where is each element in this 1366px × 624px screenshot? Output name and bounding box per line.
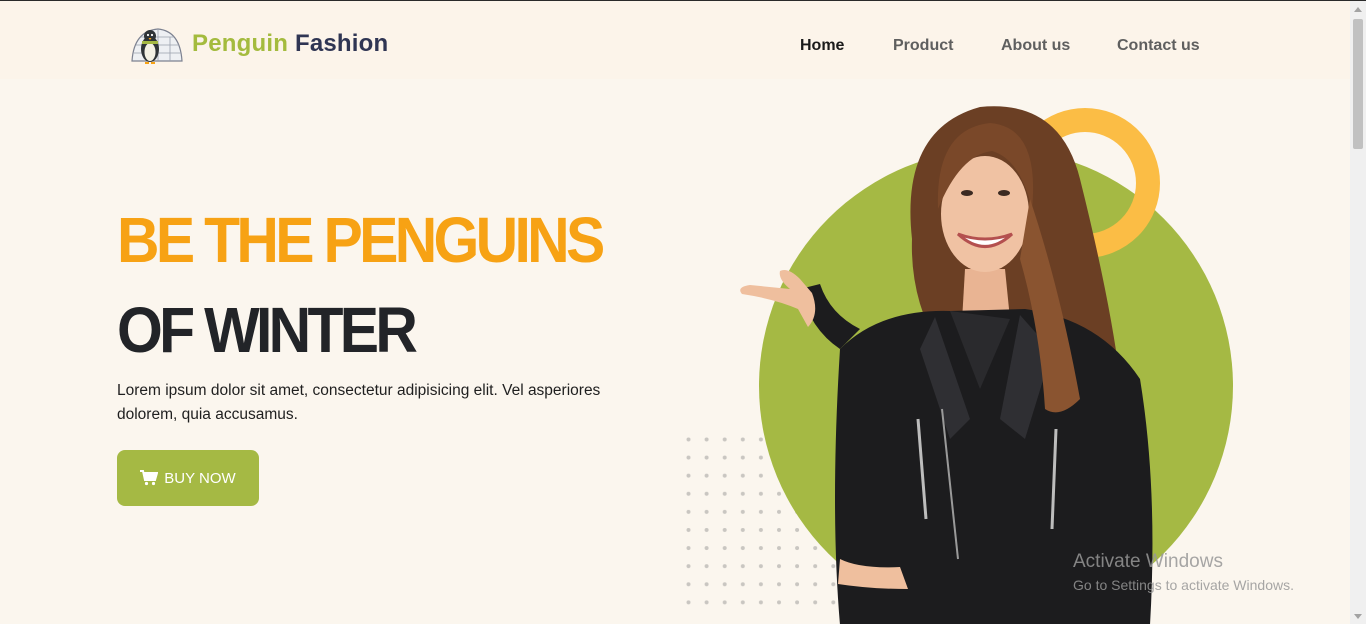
scroll-down-arrow-icon[interactable] <box>1354 614 1362 619</box>
hero-title-line1: BE THE PENGUINS <box>117 204 605 276</box>
scroll-thumb[interactable] <box>1353 19 1363 149</box>
shopping-cart-icon <box>140 470 159 486</box>
penguin-igloo-icon <box>131 28 183 64</box>
brand-name: Penguin Fashion <box>192 30 388 58</box>
nav-item-product[interactable]: Product <box>893 37 953 55</box>
vertical-scrollbar[interactable] <box>1350 1 1366 624</box>
site-header: Penguin Fashion Home Product About us Co… <box>0 1 1350 79</box>
hero-illustration <box>740 106 1233 624</box>
scroll-up-arrow-icon[interactable] <box>1354 7 1362 12</box>
logo[interactable]: Penguin Fashion <box>128 21 388 67</box>
windows-activation-watermark: Activate Windows Go to Settings to activ… <box>1073 551 1294 593</box>
brand-name-part1: Penguin <box>192 30 289 57</box>
buy-now-button[interactable]: BUY NOW <box>117 450 259 506</box>
nav-item-about-us[interactable]: About us <box>1001 37 1070 55</box>
watermark-subtitle: Go to Settings to activate Windows. <box>1073 577 1294 593</box>
hero-title-line2: OF WINTER <box>117 294 418 366</box>
watermark-title: Activate Windows <box>1073 551 1223 572</box>
nav-item-home[interactable]: Home <box>800 37 844 55</box>
brand-name-part2: Fashion <box>294 30 389 57</box>
hero-description: Lorem ipsum dolor sit amet, consectetur … <box>117 382 601 423</box>
nav-item-contact-us[interactable]: Contact us <box>1117 37 1200 55</box>
buy-now-label: BUY NOW <box>164 469 236 487</box>
